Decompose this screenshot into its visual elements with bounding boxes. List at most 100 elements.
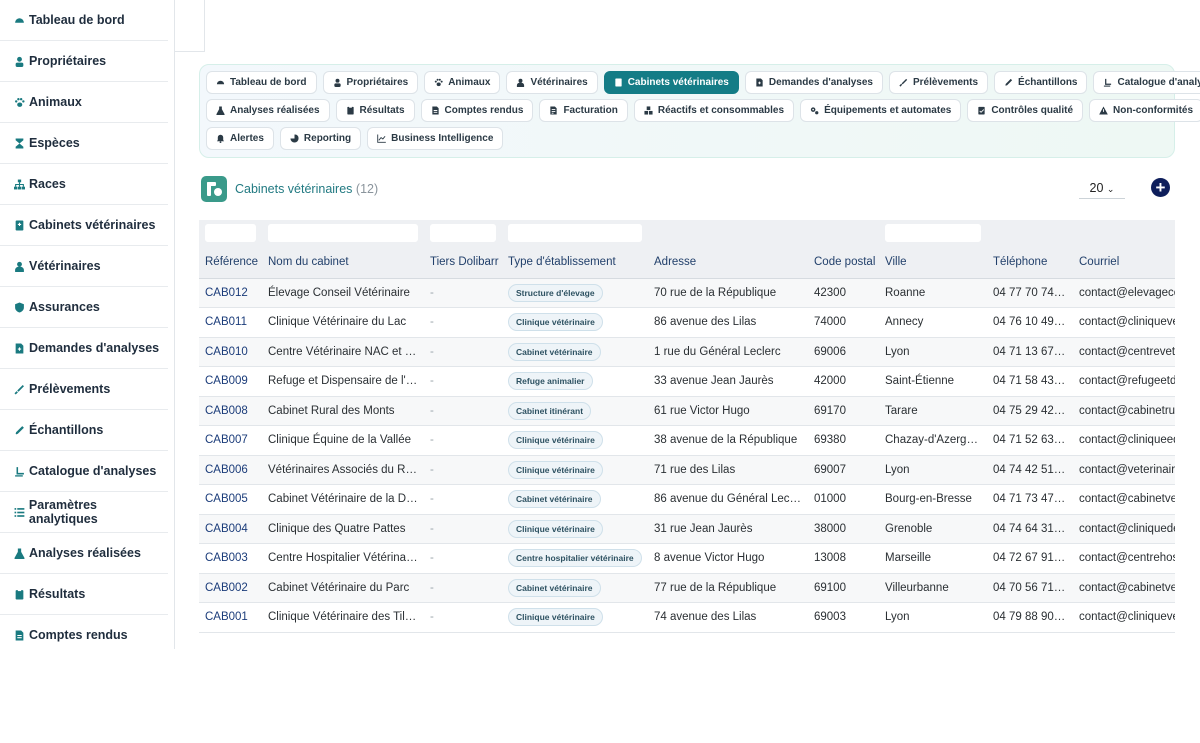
column-filter-input[interactable] — [268, 224, 418, 242]
table-cell[interactable]: CAB005 — [199, 484, 262, 515]
table-row[interactable]: CAB004 Clinique des Quatre Pattes - Cliniqu… — [199, 514, 1175, 544]
sidebar-item-label: Catalogue d'analyses — [29, 464, 157, 478]
table-cell: 61 rue Victor Hugo — [648, 396, 808, 426]
menu-tab[interactable]: Vétérinaires — [506, 71, 598, 94]
table-row[interactable]: CAB009 Refuge et Dispensaire de l'… - Refug… — [199, 366, 1175, 397]
table-row[interactable]: CAB005 Cabinet Vétérinaire de la Do… - Cabi… — [199, 484, 1175, 515]
table-row[interactable]: CAB003 Centre Hospitalier Vétérinair… - Cen… — [199, 543, 1175, 574]
menu-tab[interactable]: Comptes rendus — [420, 99, 534, 122]
column-filter-input[interactable] — [885, 224, 981, 242]
column-header[interactable]: Adresse — [648, 246, 808, 279]
table-cell: 04 74 42 51 53 — [987, 455, 1073, 485]
sidebar-item-7[interactable]: Assurances — [0, 287, 168, 328]
sidebar-item-9[interactable]: Prélèvements — [0, 369, 168, 410]
menu-tab[interactable]: Demandes d'analyses — [744, 71, 883, 94]
table-cell: - — [424, 307, 502, 338]
table-cell: Élevage Conseil Vétérinaire — [262, 278, 424, 308]
menu-tab-label: Prélèvements — [912, 77, 979, 88]
sidebar-item-11[interactable]: Catalogue d'analyses — [0, 451, 168, 492]
column-header[interactable]: Référence — [199, 246, 262, 279]
table-cell[interactable]: CAB004 — [199, 514, 262, 544]
table-cell[interactable]: CAB011 — [199, 307, 262, 338]
clipboard-icon — [346, 106, 355, 115]
table-cell[interactable]: CAB012 — [199, 278, 262, 308]
table-cell[interactable]: CAB006 — [199, 455, 262, 485]
dashboard-icon — [14, 15, 25, 26]
table-row[interactable]: CAB012 Élevage Conseil Vétérinaire - Struct… — [199, 278, 1175, 308]
table-cell[interactable]: CAB010 — [199, 337, 262, 367]
table-row[interactable]: CAB010 Centre Vétérinaire NAC et E… - Cabin… — [199, 337, 1175, 367]
sidebar-item-15[interactable]: Comptes rendus — [0, 615, 168, 649]
menu-tab-label: Reporting — [303, 133, 352, 144]
table-cell: Tarare — [879, 396, 987, 426]
table-cell[interactable]: CAB001 — [199, 602, 262, 633]
menu-tab[interactable]: Tableau de bord — [206, 71, 317, 94]
table-cell: 04 71 73 47 84 — [987, 484, 1073, 515]
sidebar-item-1[interactable]: Propriétaires — [0, 41, 168, 82]
user-icon — [333, 78, 342, 87]
column-header[interactable]: Nom du cabinet — [262, 246, 424, 279]
menu-tab-label: Catalogue d'analyses — [1117, 77, 1200, 88]
sidebar-item-12[interactable]: Paramètres analytiques — [0, 492, 168, 533]
table-cell[interactable]: CAB002 — [199, 573, 262, 603]
table-cell: - — [424, 602, 502, 633]
menu-tab[interactable]: Cabinets vétérinaires — [603, 71, 739, 94]
sidebar-item-14[interactable]: Résultats — [0, 574, 168, 615]
menu-tab[interactable]: Prélèvements — [888, 71, 989, 94]
table-cell[interactable]: CAB009 — [199, 366, 262, 397]
sidebar-item-8[interactable]: Demandes d'analyses — [0, 328, 168, 369]
sidebar-item-0[interactable]: Tableau de bord — [0, 0, 168, 41]
menu-tab[interactable]: Catalogue d'analyses — [1093, 71, 1200, 94]
table-cell[interactable]: CAB008 — [199, 396, 262, 426]
sidebar-item-4[interactable]: Races — [0, 164, 168, 205]
column-filter-input[interactable] — [508, 224, 642, 242]
column-header[interactable]: Type d'établissement — [502, 246, 648, 279]
filter-cell — [262, 220, 424, 246]
table-row[interactable]: CAB001 Clinique Vétérinaire des Till… - Cli… — [199, 602, 1175, 633]
column-header[interactable]: Ville — [879, 246, 987, 279]
table-cell: Cabinet vétérinaire — [502, 337, 648, 367]
table-row[interactable]: CAB011 Clinique Vétérinaire du Lac - Cliniq… — [199, 307, 1175, 338]
menu-tab[interactable]: Reporting — [279, 127, 362, 150]
column-header[interactable]: Tiers Dolibarr — [424, 246, 502, 279]
column-filter-input[interactable] — [430, 224, 496, 242]
menu-tab[interactable]: Analyses réalisées — [206, 99, 330, 122]
table-row[interactable]: CAB002 Cabinet Vétérinaire du Parc - Cabine… — [199, 573, 1175, 603]
menu-tab[interactable]: Non-conformités — [1089, 99, 1200, 122]
menu-tab[interactable]: Échantillons — [994, 71, 1088, 94]
eyedropper-icon — [1004, 78, 1013, 87]
table-cell: Centre hospitalier vétérinaire — [502, 543, 648, 574]
column-header[interactable]: Téléphone — [987, 246, 1073, 279]
column-header[interactable]: Code postal — [808, 246, 879, 279]
menu-tab[interactable]: Réactifs et consommables — [633, 99, 795, 122]
menu-tab[interactable]: Résultats — [335, 99, 415, 122]
column-filter-input[interactable] — [205, 224, 256, 242]
sidebar-item-3[interactable]: Espèces — [0, 123, 168, 164]
menu-tab[interactable]: Animaux — [424, 71, 501, 94]
table-cell[interactable]: CAB003 — [199, 543, 262, 574]
sidebar-item-6[interactable]: Vétérinaires — [0, 246, 168, 287]
table-cell: contact@elevagecc — [1073, 278, 1175, 308]
table-row[interactable]: CAB006 Vétérinaires Associés du Rh… - Clini… — [199, 455, 1175, 485]
menu-tab[interactable]: Contrôles qualité — [967, 99, 1084, 122]
table-row[interactable]: CAB007 Clinique Équine de la Vallée - Clini… — [199, 425, 1175, 456]
table-cell: - — [424, 455, 502, 485]
menu-tab[interactable]: Facturation — [539, 99, 628, 122]
menu-tab[interactable]: Business Intelligence — [367, 127, 504, 150]
table-row[interactable]: CAB008 Cabinet Rural des Monts - Cabinet it… — [199, 396, 1175, 426]
sidebar-item-label: Analyses réalisées — [29, 546, 141, 560]
chart-line-icon — [377, 134, 386, 143]
column-header[interactable]: Courriel — [1073, 246, 1175, 279]
sidebar-item-13[interactable]: Analyses réalisées — [0, 533, 168, 574]
menu-tab[interactable]: Équipements et automates — [800, 99, 962, 122]
menu-tab-label: Vétérinaires — [530, 77, 588, 88]
sidebar-item-10[interactable]: Échantillons — [0, 410, 168, 451]
sidebar-item-5[interactable]: Cabinets vétérinaires — [0, 205, 168, 246]
table-cell[interactable]: CAB007 — [199, 425, 262, 456]
table-cell: 04 74 64 31 33 — [987, 514, 1073, 544]
page-size-select[interactable]: 20 ⌄ — [1079, 178, 1125, 199]
sidebar-item-2[interactable]: Animaux — [0, 82, 168, 123]
menu-tab[interactable]: Alertes — [206, 127, 274, 150]
add-record-button[interactable]: + — [1151, 178, 1170, 197]
menu-tab[interactable]: Propriétaires — [322, 71, 419, 94]
